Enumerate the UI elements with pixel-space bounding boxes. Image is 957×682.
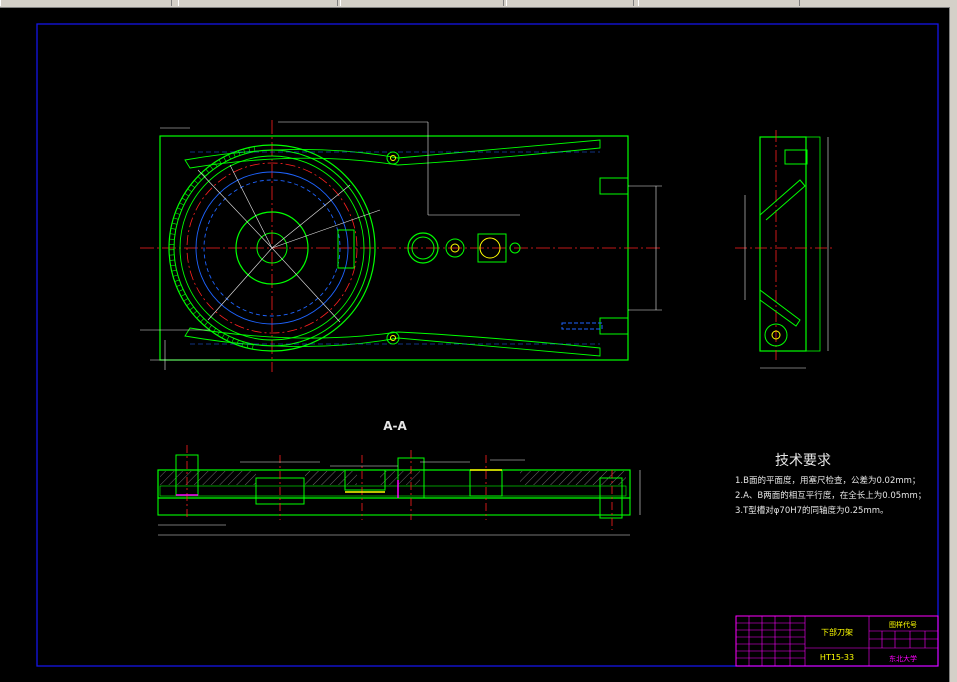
tech-item-2: 2.A、B两面的相互平行度，在全长上为0.05mm； bbox=[735, 490, 926, 501]
title-block: 下部刀架 HT15-33 图样代号 东北大学 bbox=[735, 615, 939, 667]
graduation-tick bbox=[181, 197, 187, 201]
graduation-tick bbox=[221, 333, 225, 339]
graduation-tick bbox=[173, 217, 179, 220]
graduation-tick bbox=[189, 306, 194, 311]
tech-item-3: 3.T型槽对φ70H7的同轴度为0.25mm。 bbox=[735, 505, 889, 516]
graduation-tick bbox=[186, 302, 191, 306]
graduation-tick bbox=[209, 165, 214, 170]
graduation-tick bbox=[204, 321, 208, 326]
graduation-tick bbox=[184, 193, 190, 197]
graduation-tick bbox=[197, 176, 202, 181]
cad-drawing[interactable]: A-A 技术要求 1.B面的平面度，用塞尺检查，公差为0.02mm； 2.A、B… bbox=[0, 0, 957, 682]
graduation-tick bbox=[194, 180, 199, 184]
graduation-tick bbox=[171, 269, 177, 272]
graduation-tick bbox=[200, 318, 205, 323]
graduation-tick bbox=[174, 279, 180, 282]
graduation-tick bbox=[196, 314, 201, 319]
section-view bbox=[157, 445, 641, 536]
graduation-tick bbox=[170, 264, 176, 267]
section-label: A-A bbox=[383, 419, 407, 433]
graduation-tick bbox=[228, 154, 231, 160]
sheet-frame bbox=[36, 23, 939, 667]
top-view bbox=[140, 120, 662, 372]
graduation-tick bbox=[192, 310, 198, 315]
graduation-tick bbox=[205, 168, 210, 174]
graduation-tick bbox=[178, 289, 184, 292]
graduation-tick bbox=[170, 228, 176, 230]
part-code: HT15-33 bbox=[820, 653, 854, 662]
graduation-tick bbox=[176, 284, 182, 287]
graduation-tick bbox=[231, 338, 234, 343]
graduation-tick bbox=[253, 146, 256, 152]
side-view bbox=[735, 130, 835, 369]
graduation-tick bbox=[243, 148, 246, 154]
graduation-tick bbox=[179, 202, 185, 206]
graduation-tick bbox=[169, 259, 175, 261]
tech-item-1: 1.B面的平面度，用塞尺检查，公差为0.02mm； bbox=[735, 475, 920, 486]
graduation-tick bbox=[183, 298, 189, 302]
part-name: 下部刀架 bbox=[821, 627, 853, 637]
graduation-tick bbox=[172, 274, 178, 277]
graduation-tick bbox=[190, 184, 195, 188]
graduation-tick bbox=[177, 207, 182, 210]
graduation-tick bbox=[175, 212, 181, 215]
graduation-tick bbox=[223, 156, 227, 162]
technical-requirements: 技术要求 1.B面的平面度，用塞尺检查，公差为0.02mm； 2.A、B两面的相… bbox=[735, 453, 926, 516]
graduation-tick bbox=[169, 233, 175, 235]
tech-title: 技术要求 bbox=[775, 453, 831, 469]
graduation-tick bbox=[171, 222, 177, 225]
drawing-number-label: 图样代号 bbox=[889, 620, 917, 629]
graduation-tick bbox=[208, 325, 212, 330]
graduation-tick bbox=[187, 188, 192, 193]
company-name: 东北大学 bbox=[889, 654, 917, 663]
graduation-tick bbox=[226, 335, 230, 341]
graduation-tick bbox=[180, 293, 186, 297]
